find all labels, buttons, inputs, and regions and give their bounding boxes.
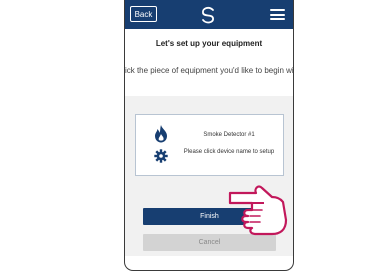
gear-icon xyxy=(154,149,168,163)
device-card[interactable]: Smoke Detector #1 Please click device na… xyxy=(135,114,284,176)
hamburger-menu-icon[interactable] xyxy=(270,9,285,20)
swirl-logo-icon xyxy=(202,6,214,24)
pointing-hand-icon xyxy=(228,185,288,236)
back-button[interactable]: Back xyxy=(130,6,157,22)
page-subtitle: Click the piece of equipment you'd like … xyxy=(124,66,294,75)
page-title: Let's set up your equipment xyxy=(155,39,263,48)
device-name-link[interactable]: Smoke Detector #1 xyxy=(174,132,284,138)
device-hint: Please click device name to setup xyxy=(183,149,275,155)
top-bar: Back xyxy=(125,0,293,29)
flame-icon xyxy=(155,125,167,143)
